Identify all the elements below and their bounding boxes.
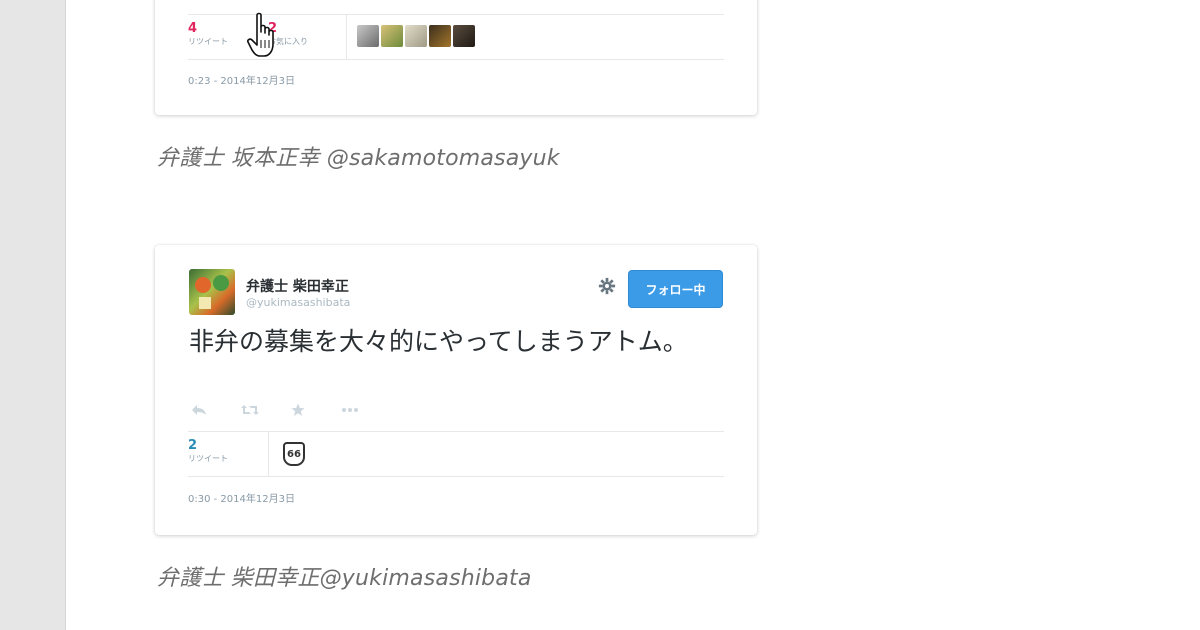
- tweet-card-2: 弁護士 柴田幸正 @yukimasashibata フォロー中 非弁の募集を大々…: [155, 245, 757, 535]
- stats-divider: [346, 15, 347, 59]
- reply-icon: [192, 405, 206, 415]
- tweet-timestamp[interactable]: 0:30 - 2014年12月3日: [188, 490, 295, 505]
- user-avatar[interactable]: [357, 25, 379, 47]
- retweet-button[interactable]: [241, 401, 291, 419]
- retweet-count: 2: [188, 438, 198, 453]
- following-button[interactable]: フォロー中: [628, 270, 723, 308]
- favorite-button[interactable]: [291, 401, 341, 419]
- user-avatar[interactable]: [453, 25, 475, 47]
- retweet-stat[interactable]: 4 リツイート: [188, 21, 228, 47]
- tweet-text: 非弁の募集を大々的にやってしまうアトム。: [189, 327, 688, 356]
- tweet-actions: [191, 401, 391, 419]
- retweet-icon: [241, 405, 259, 415]
- user-avatar[interactable]: [429, 25, 451, 47]
- favorite-icon: [291, 403, 305, 416]
- left-rail: [0, 0, 66, 630]
- favoriter-avatars: [357, 25, 475, 47]
- retweeter-avatar[interactable]: 66: [283, 442, 305, 466]
- gear-icon[interactable]: [598, 277, 616, 295]
- user-handle[interactable]: @yukimasashibata: [246, 296, 350, 309]
- caption-1: 弁護士 坂本正幸 @sakamotomasayuk: [157, 146, 560, 171]
- user-avatar[interactable]: [189, 269, 235, 315]
- caption-2: 弁護士 柴田幸正@yukimasashibata: [157, 566, 532, 591]
- stats-divider: [268, 432, 269, 476]
- tweet-timestamp[interactable]: 0:23 - 2014年12月3日: [188, 72, 295, 87]
- user-avatar[interactable]: [381, 25, 403, 47]
- user-avatar[interactable]: [405, 25, 427, 47]
- more-button[interactable]: [341, 401, 391, 419]
- hand-cursor-icon: [247, 12, 274, 57]
- tweet-stats-row: 2 リツイート 66: [188, 431, 724, 477]
- more-icon: [342, 408, 358, 412]
- retweet-label: リツイート: [188, 37, 228, 46]
- retweet-stat[interactable]: 2 リツイート: [188, 438, 228, 464]
- reply-button[interactable]: [191, 401, 241, 419]
- user-name[interactable]: 弁護士 柴田幸正: [246, 276, 349, 296]
- retweet-label: リツイート: [188, 454, 228, 463]
- retweet-count: 4: [188, 21, 198, 36]
